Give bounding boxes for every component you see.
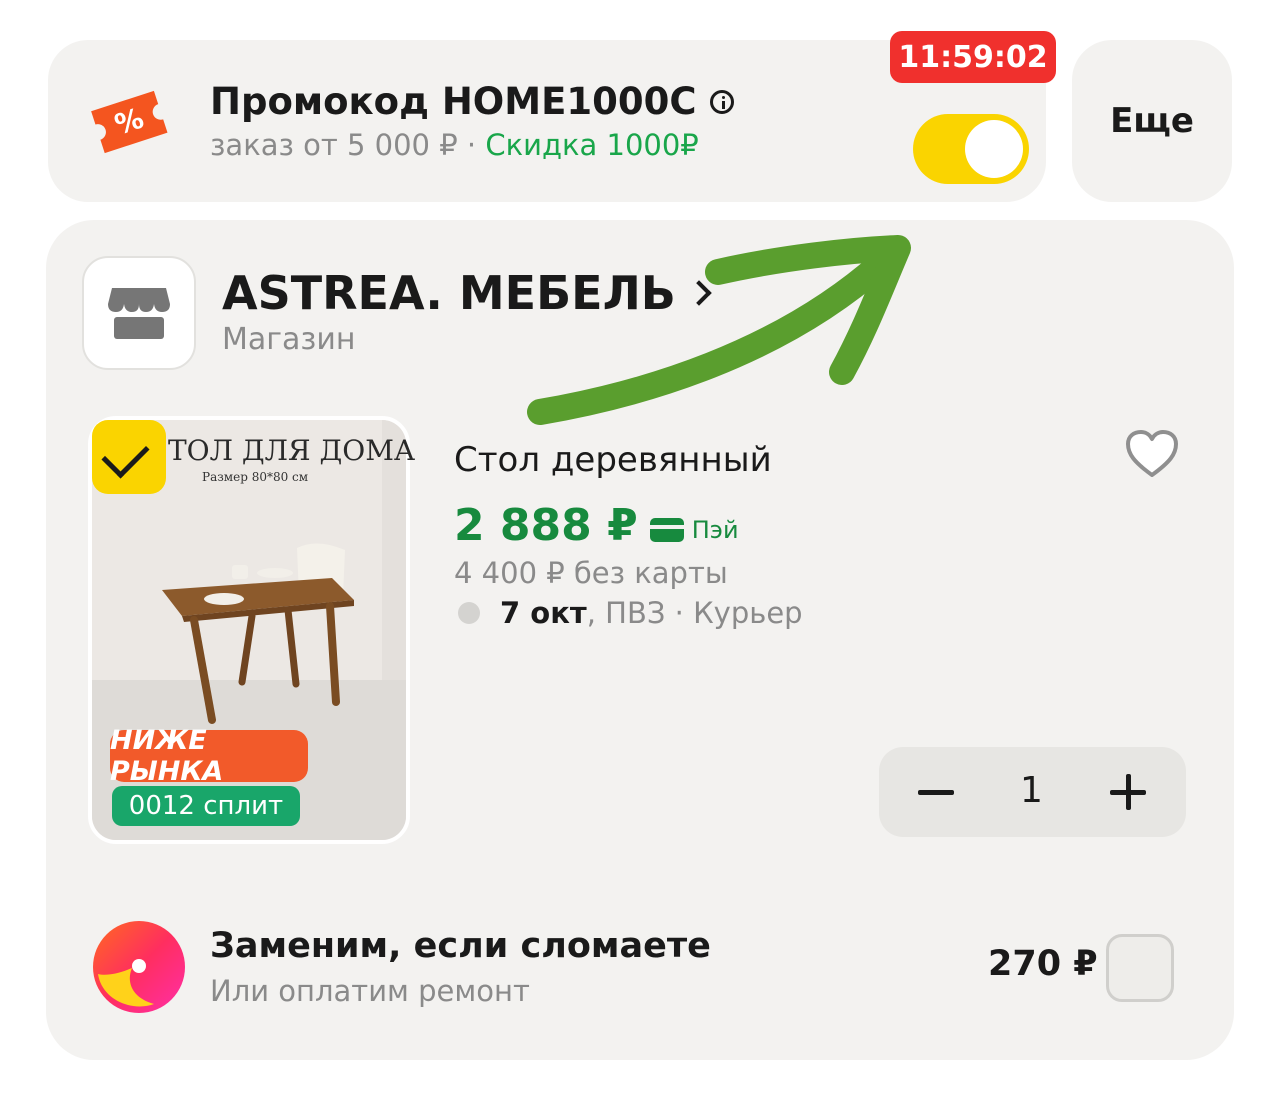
- delivery-status-dot: [458, 602, 480, 624]
- promo-title-text: Промокод HOME1000C: [210, 80, 697, 123]
- store-icon[interactable]: [82, 256, 196, 370]
- product-price: 2 888 ₽ Пэй: [454, 500, 739, 551]
- promo-discount: Скидка 1000₽: [485, 128, 699, 162]
- insurance-logo-icon: [93, 921, 185, 1013]
- promo-subtitle: заказ от 5 000 ₽ · Скидка 1000₽: [210, 128, 699, 162]
- percent-ticket-icon: %: [91, 90, 168, 154]
- insurance-price: 270 ₽: [988, 944, 1098, 984]
- annotation-arrow-icon: [527, 235, 911, 425]
- product-name[interactable]: Стол деревянный: [454, 440, 772, 480]
- image-subtitle: Размер 80*80 см: [202, 470, 309, 484]
- pay-label: Пэй: [691, 515, 739, 544]
- shop-type: Магазин: [222, 322, 356, 357]
- more-button[interactable]: Еще: [1072, 40, 1232, 202]
- delivery-methods: , ПВЗ · Курьер: [586, 596, 803, 630]
- info-icon[interactable]: [710, 89, 735, 114]
- delivery-info: 7 окт, ПВЗ · Курьер: [458, 596, 803, 630]
- below-market-badge: НИЖЕ РЫНКА: [110, 725, 308, 787]
- insurance-subtitle: Или оплатим ремонт: [210, 974, 530, 1008]
- promo-toggle[interactable]: [913, 114, 1029, 184]
- toggle-knob: [965, 120, 1023, 178]
- delivery-date: 7 окт: [500, 596, 587, 630]
- promo-timer: 11:59:02: [890, 31, 1056, 83]
- insurance-title: Заменим, если сломаете: [210, 926, 711, 966]
- insurance-checkbox[interactable]: [1106, 934, 1174, 1002]
- promo-title[interactable]: Промокод HOME1000C: [210, 80, 735, 123]
- old-price: 4 400 ₽ без карты: [454, 556, 728, 590]
- product-select-checkbox[interactable]: [92, 420, 166, 494]
- quantity-value: 1: [1020, 770, 1043, 811]
- image-title: ТОЛ ДЛЯ ДОМА: [168, 434, 416, 467]
- decrease-button[interactable]: [918, 790, 954, 795]
- card-icon: [649, 517, 684, 542]
- heart-icon[interactable]: [1124, 428, 1180, 480]
- increase-button[interactable]: [1110, 774, 1146, 810]
- check-icon: [101, 430, 150, 479]
- price-value: 2 888 ₽: [454, 500, 638, 551]
- split-badge: 0012 сплит: [112, 786, 300, 826]
